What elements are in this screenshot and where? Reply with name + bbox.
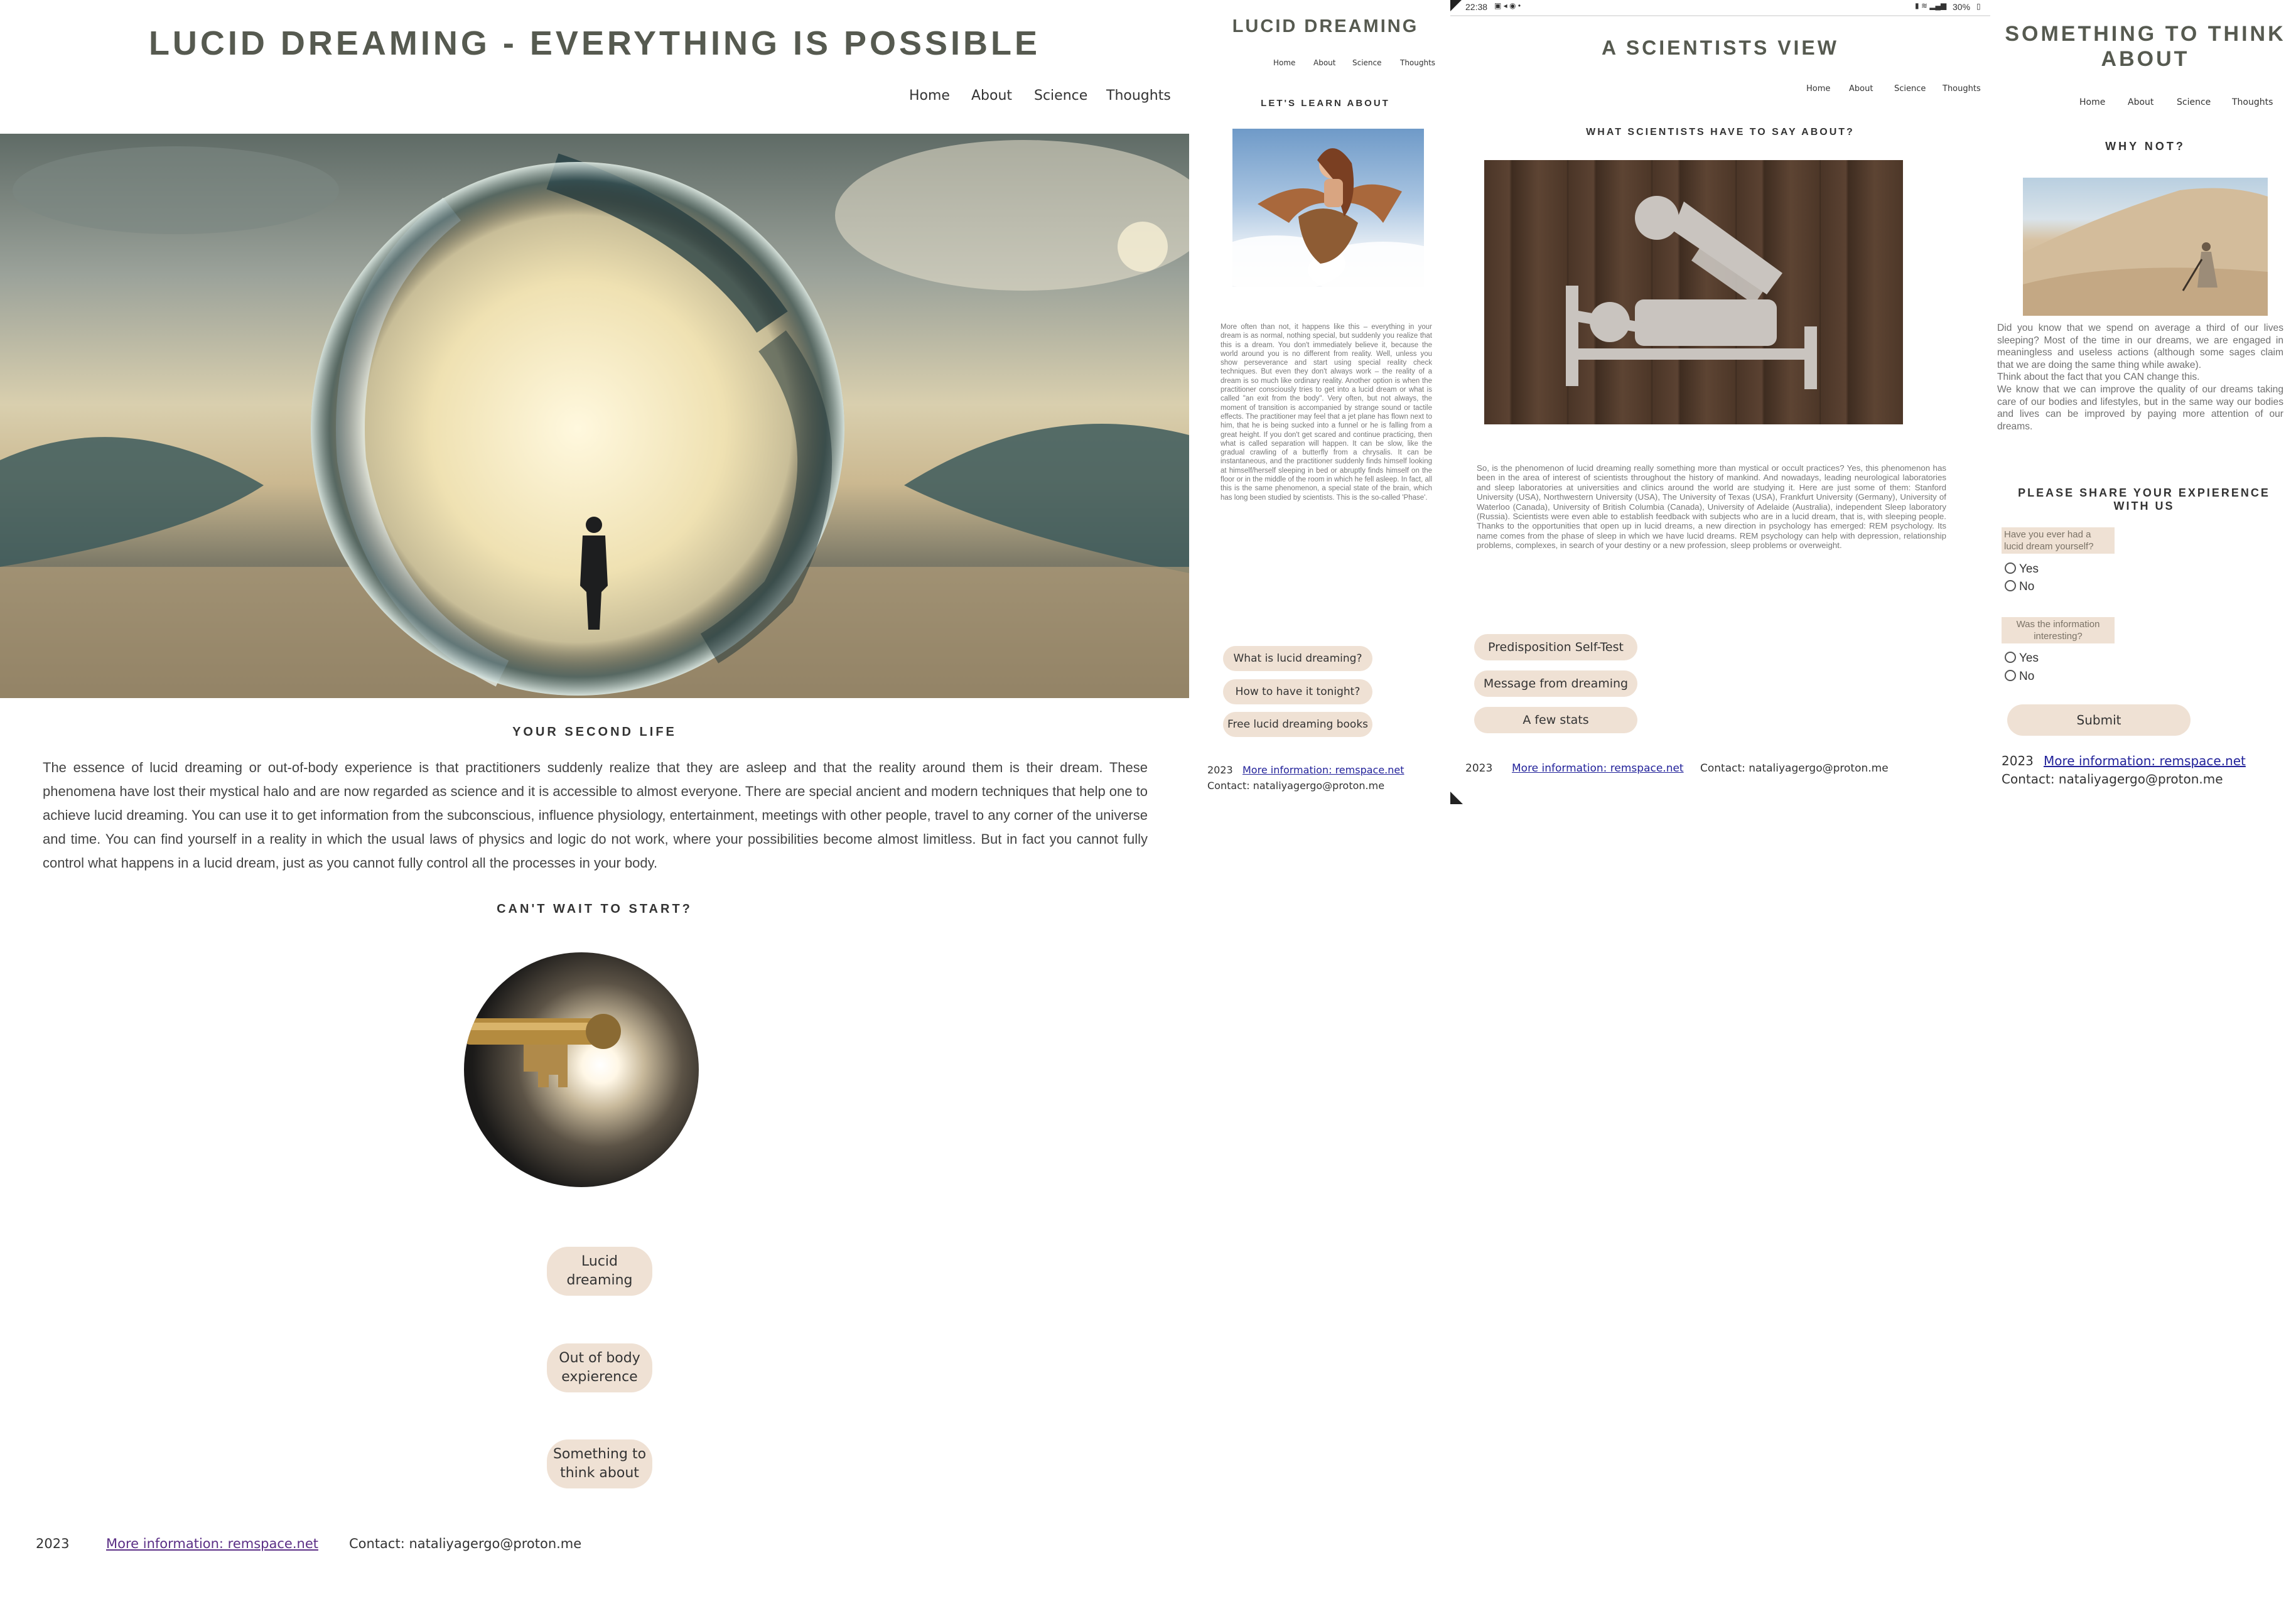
- footer-year: 2023: [36, 1536, 70, 1551]
- thoughts-paragraph-3: We know that we can improve the quality …: [1997, 384, 2283, 432]
- section-heading: WHY NOT?: [2105, 140, 2186, 153]
- footer-contact: Contact: nataliyagergo@proton.me: [1207, 780, 1385, 792]
- hero-image: [0, 134, 1189, 698]
- footer-year: 2023: [1207, 764, 1233, 776]
- nav-about[interactable]: About: [971, 88, 1012, 104]
- nav-home[interactable]: Home: [2079, 97, 2105, 107]
- footer-link[interactable]: More information: remspace.net: [106, 1536, 318, 1551]
- q1-yes-label: Yes: [2019, 562, 2039, 576]
- nav-thoughts[interactable]: Thoughts: [1943, 84, 1981, 94]
- footer-year: 2023: [1465, 762, 1493, 775]
- btn-something-to-think[interactable]: Something to think about: [547, 1439, 652, 1488]
- question-1-label: Have you ever had a lucid dream yourself…: [2002, 527, 2115, 554]
- nav-home[interactable]: Home: [1806, 84, 1830, 94]
- q2-yes-label: Yes: [2019, 652, 2039, 665]
- thoughts-paragraph-1: Did you know that we spend on average a …: [1997, 323, 2283, 370]
- btn-free-books[interactable]: Free lucid dreaming books: [1223, 712, 1372, 737]
- status-battery: 30%: [1953, 2, 1971, 12]
- section-heading: LET'S LEARN ABOUT: [1261, 98, 1390, 109]
- section-heading: WHAT SCIENTISTS HAVE TO SAY ABOUT?: [1586, 127, 1855, 137]
- btn-out-of-body[interactable]: Out of body expierence: [547, 1343, 652, 1392]
- status-icons: ▣ ◂ ◉ •: [1494, 1, 1521, 10]
- btn-what-is-lucid-dreaming[interactable]: What is lucid dreaming?: [1223, 646, 1372, 671]
- nav-home[interactable]: Home: [909, 88, 950, 104]
- footer-contact: Contact: nataliyagergo@proton.me: [1700, 762, 1889, 775]
- footer-link[interactable]: More information: remspace.net: [1512, 762, 1684, 775]
- intro-text: The essence of lucid dreaming or out-of-…: [43, 760, 1148, 871]
- sleep-sign-image: [1484, 160, 1903, 424]
- corner-mark: [1450, 0, 1462, 11]
- cta-heading: CAN'T WAIT TO START?: [497, 902, 693, 916]
- nav-science[interactable]: Science: [1352, 58, 1382, 67]
- page-title: LUCID DREAMING - EVERYTHING IS POSSIBLE: [148, 24, 1041, 62]
- btn-how-to-have-it[interactable]: How to have it tonight?: [1223, 679, 1372, 704]
- corner-mark: [1450, 792, 1463, 804]
- thoughts-paragraph-2: Think about the fact that you CAN change…: [1997, 372, 2200, 383]
- nav-home[interactable]: Home: [1273, 58, 1295, 67]
- nav-science[interactable]: Science: [2177, 97, 2211, 107]
- nav-about[interactable]: About: [2128, 97, 2153, 107]
- nav-thoughts[interactable]: Thoughts: [2232, 97, 2273, 107]
- footer-year: 2023: [2002, 753, 2034, 768]
- keyhole-image: [464, 952, 699, 1187]
- q1-no-label: No: [2019, 580, 2035, 593]
- divider: [1450, 15, 1990, 16]
- btn-message-from-dreaming[interactable]: Message from dreaming: [1474, 670, 1637, 697]
- thoughts-text: Did you know that we spend on average a …: [1997, 322, 2283, 433]
- btn-lucid-dreaming[interactable]: Lucid dreaming: [547, 1247, 652, 1296]
- btn-few-stats[interactable]: A few stats: [1474, 707, 1637, 733]
- science-text: So, is the phenomenon of lucid dreaming …: [1477, 463, 1946, 551]
- question-2-label: Was the information interesting?: [2002, 617, 2115, 643]
- status-time: 22:38: [1465, 2, 1488, 12]
- nav-about[interactable]: About: [1313, 58, 1335, 67]
- footer-contact: Contact: nataliyagergo@proton.me: [349, 1536, 582, 1551]
- about-text: More often than not, it happens like thi…: [1221, 323, 1432, 502]
- q2-yes-radio[interactable]: [2005, 652, 2016, 663]
- battery-icon: ▯: [1976, 2, 1981, 11]
- page-title: SOMETHING TO THINK ABOUT: [2005, 22, 2286, 71]
- footer-link[interactable]: More information: remspace.net: [1242, 764, 1404, 776]
- nav-about[interactable]: About: [1849, 84, 1873, 94]
- nav-science[interactable]: Science: [1034, 88, 1087, 104]
- footer-contact: Contact: nataliyagergo@proton.me: [2002, 772, 2223, 787]
- desert-image: [2023, 178, 2268, 316]
- nav-thoughts[interactable]: Thoughts: [1106, 88, 1171, 104]
- q1-no-radio[interactable]: [2005, 580, 2016, 591]
- status-bar: 22:38 ▣ ◂ ◉ • ▮ ≋ ▂▄▆ 30% ▯: [1450, 0, 1990, 15]
- q2-no-radio[interactable]: [2005, 670, 2016, 681]
- survey-form: Have you ever had a lucid dream yourself…: [2002, 526, 2191, 740]
- footer-link[interactable]: More information: remspace.net: [2044, 753, 2246, 768]
- page-title: LUCID DREAMING: [1232, 16, 1419, 36]
- page-title: A SCIENTISTS VIEW: [1602, 36, 1839, 59]
- q1-yes-radio[interactable]: [2005, 562, 2016, 574]
- section-heading: YOUR SECOND LIFE: [512, 725, 677, 739]
- signal-icon: ▮ ≋ ▂▄▆: [1915, 1, 1947, 10]
- btn-predisposition-test[interactable]: Predisposition Self-Test: [1474, 634, 1637, 660]
- form-heading: PLEASE SHARE YOUR EXPIERENCE WITH US: [2018, 487, 2270, 512]
- nav-thoughts[interactable]: Thoughts: [1400, 58, 1435, 67]
- dragon-rider-image: [1232, 129, 1424, 287]
- submit-button[interactable]: Submit: [2007, 704, 2191, 736]
- q2-no-label: No: [2019, 670, 2035, 683]
- nav-science[interactable]: Science: [1894, 84, 1926, 94]
